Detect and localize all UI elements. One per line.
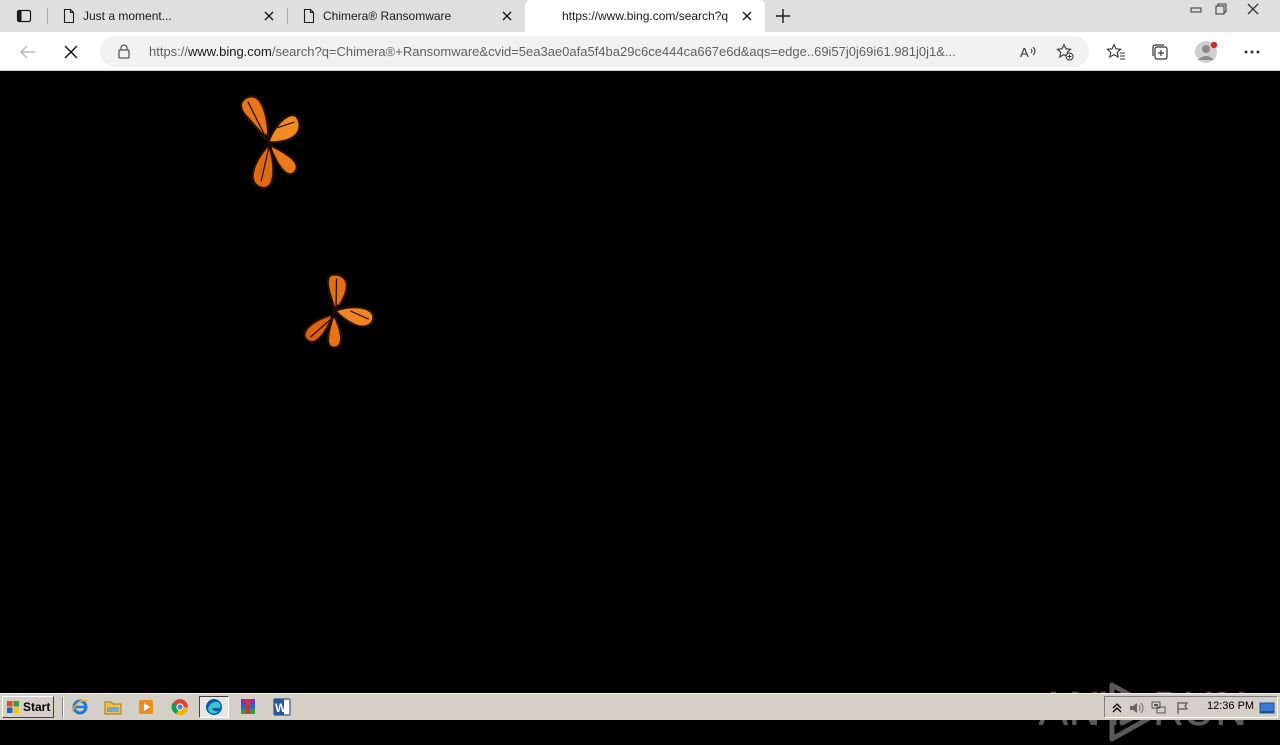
page-icon [63, 8, 75, 24]
url-domain: www.bing.com [188, 44, 272, 59]
profile-icon [1195, 41, 1218, 63]
profile-button[interactable] [1192, 38, 1220, 66]
tab-title: https://www.bing.com/search?q [562, 9, 729, 23]
minimize-button[interactable] [1183, 0, 1209, 18]
internet-explorer-icon [71, 699, 89, 715]
tab-title: Just a moment... [83, 9, 172, 23]
chrome-icon [171, 699, 189, 716]
svg-text:W: W [275, 701, 287, 715]
word-icon: W [273, 698, 291, 716]
back-arrow-icon [19, 45, 35, 59]
stop-x-icon [64, 45, 78, 59]
navigation-bar: https://www.bing.com/search?q=Chimera®+R… [0, 32, 1280, 71]
taskbar-internet-explorer[interactable] [65, 696, 95, 718]
system-tray: 12:36 PM [1104, 696, 1278, 718]
collections-icon [1152, 44, 1168, 60]
restore-icon [1215, 3, 1227, 15]
close-icon [1247, 3, 1259, 15]
taskbar-file-explorer[interactable] [98, 696, 128, 718]
media-player-icon [139, 700, 153, 714]
close-icon [264, 11, 274, 21]
tab-actions-button[interactable] [8, 4, 40, 28]
volume-tray-button[interactable] [1129, 700, 1145, 716]
tab-close-button[interactable] [739, 8, 755, 24]
close-window-button[interactable] [1240, 0, 1266, 18]
more-button[interactable] [1238, 38, 1266, 66]
restore-button[interactable] [1208, 0, 1234, 18]
page-content: ANY RUN [0, 71, 1280, 742]
action-center-button[interactable] [1175, 700, 1191, 716]
close-icon [742, 11, 752, 21]
desktop-icon [1259, 702, 1275, 714]
add-favorite-button[interactable] [1054, 41, 1076, 63]
flag-icon [1177, 702, 1189, 714]
stop-button[interactable] [57, 38, 85, 66]
taskbar-winrar[interactable] [233, 696, 263, 718]
quick-launch-separator [62, 697, 64, 717]
start-label: Start [23, 700, 51, 714]
back-button[interactable] [14, 38, 42, 66]
start-button[interactable]: Start [2, 696, 54, 718]
favorites-button[interactable] [1102, 38, 1130, 66]
chevron-up-icon [1112, 703, 1122, 713]
more-icon [1244, 50, 1260, 54]
collections-button[interactable] [1146, 38, 1174, 66]
file-explorer-icon [104, 701, 122, 715]
tab-chimera-ransomware[interactable]: Chimera® Ransomware [287, 0, 525, 32]
taskbar-clock[interactable]: 12:36 PM [1207, 700, 1254, 712]
taskbar-word[interactable]: W [267, 696, 297, 718]
taskbar: Start W 12:36 PM [0, 693, 1280, 720]
url-path: /search?q=Chimera®+Ransomware&cvid=5ea3a… [271, 44, 956, 59]
minimize-icon [1190, 7, 1202, 13]
address-bar[interactable]: https://www.bing.com/search?q=Chimera®+R… [100, 36, 1089, 67]
favorites-icon [1106, 43, 1125, 60]
edge-icon [206, 699, 222, 715]
tab-actions-icon [16, 9, 32, 23]
tab-just-a-moment[interactable]: Just a moment... [47, 0, 287, 32]
winrar-icon [241, 699, 255, 714]
read-aloud-icon: A [1020, 45, 1036, 60]
tab-title: Chimera® Ransomware [323, 9, 452, 23]
tab-separator [287, 8, 288, 24]
tab-separator [47, 8, 48, 24]
close-icon [502, 11, 512, 21]
tab-bing-search[interactable]: https://www.bing.com/search?q [525, 0, 765, 32]
show-desktop-button[interactable] [1259, 700, 1275, 716]
add-favorite-icon [1056, 43, 1074, 61]
show-hidden-icons-button[interactable] [1109, 700, 1125, 716]
read-aloud-button[interactable]: A [1018, 41, 1040, 63]
svg-text:A: A [1020, 45, 1029, 60]
windows-flag-icon [7, 701, 19, 713]
plus-icon [776, 9, 790, 23]
tab-strip: Just a moment... Chimera® Ransomware htt… [0, 0, 1280, 32]
butterfly-image [240, 95, 301, 189]
taskbar-media-player[interactable] [131, 696, 161, 718]
tab-close-button[interactable] [499, 8, 515, 24]
speaker-icon [1130, 702, 1144, 714]
taskbar-edge[interactable] [199, 696, 229, 718]
network-tray-button[interactable] [1151, 700, 1167, 716]
url-text[interactable]: https://www.bing.com/search?q=Chimera®+R… [149, 44, 1015, 59]
page-icon [303, 8, 315, 24]
network-icon [1151, 701, 1166, 714]
taskbar-chrome[interactable] [165, 696, 195, 718]
url-scheme: https:// [149, 44, 189, 59]
lock-icon[interactable] [116, 43, 132, 59]
butterfly-image [303, 273, 375, 349]
new-tab-button[interactable] [770, 4, 796, 28]
tab-close-button[interactable] [261, 8, 277, 24]
